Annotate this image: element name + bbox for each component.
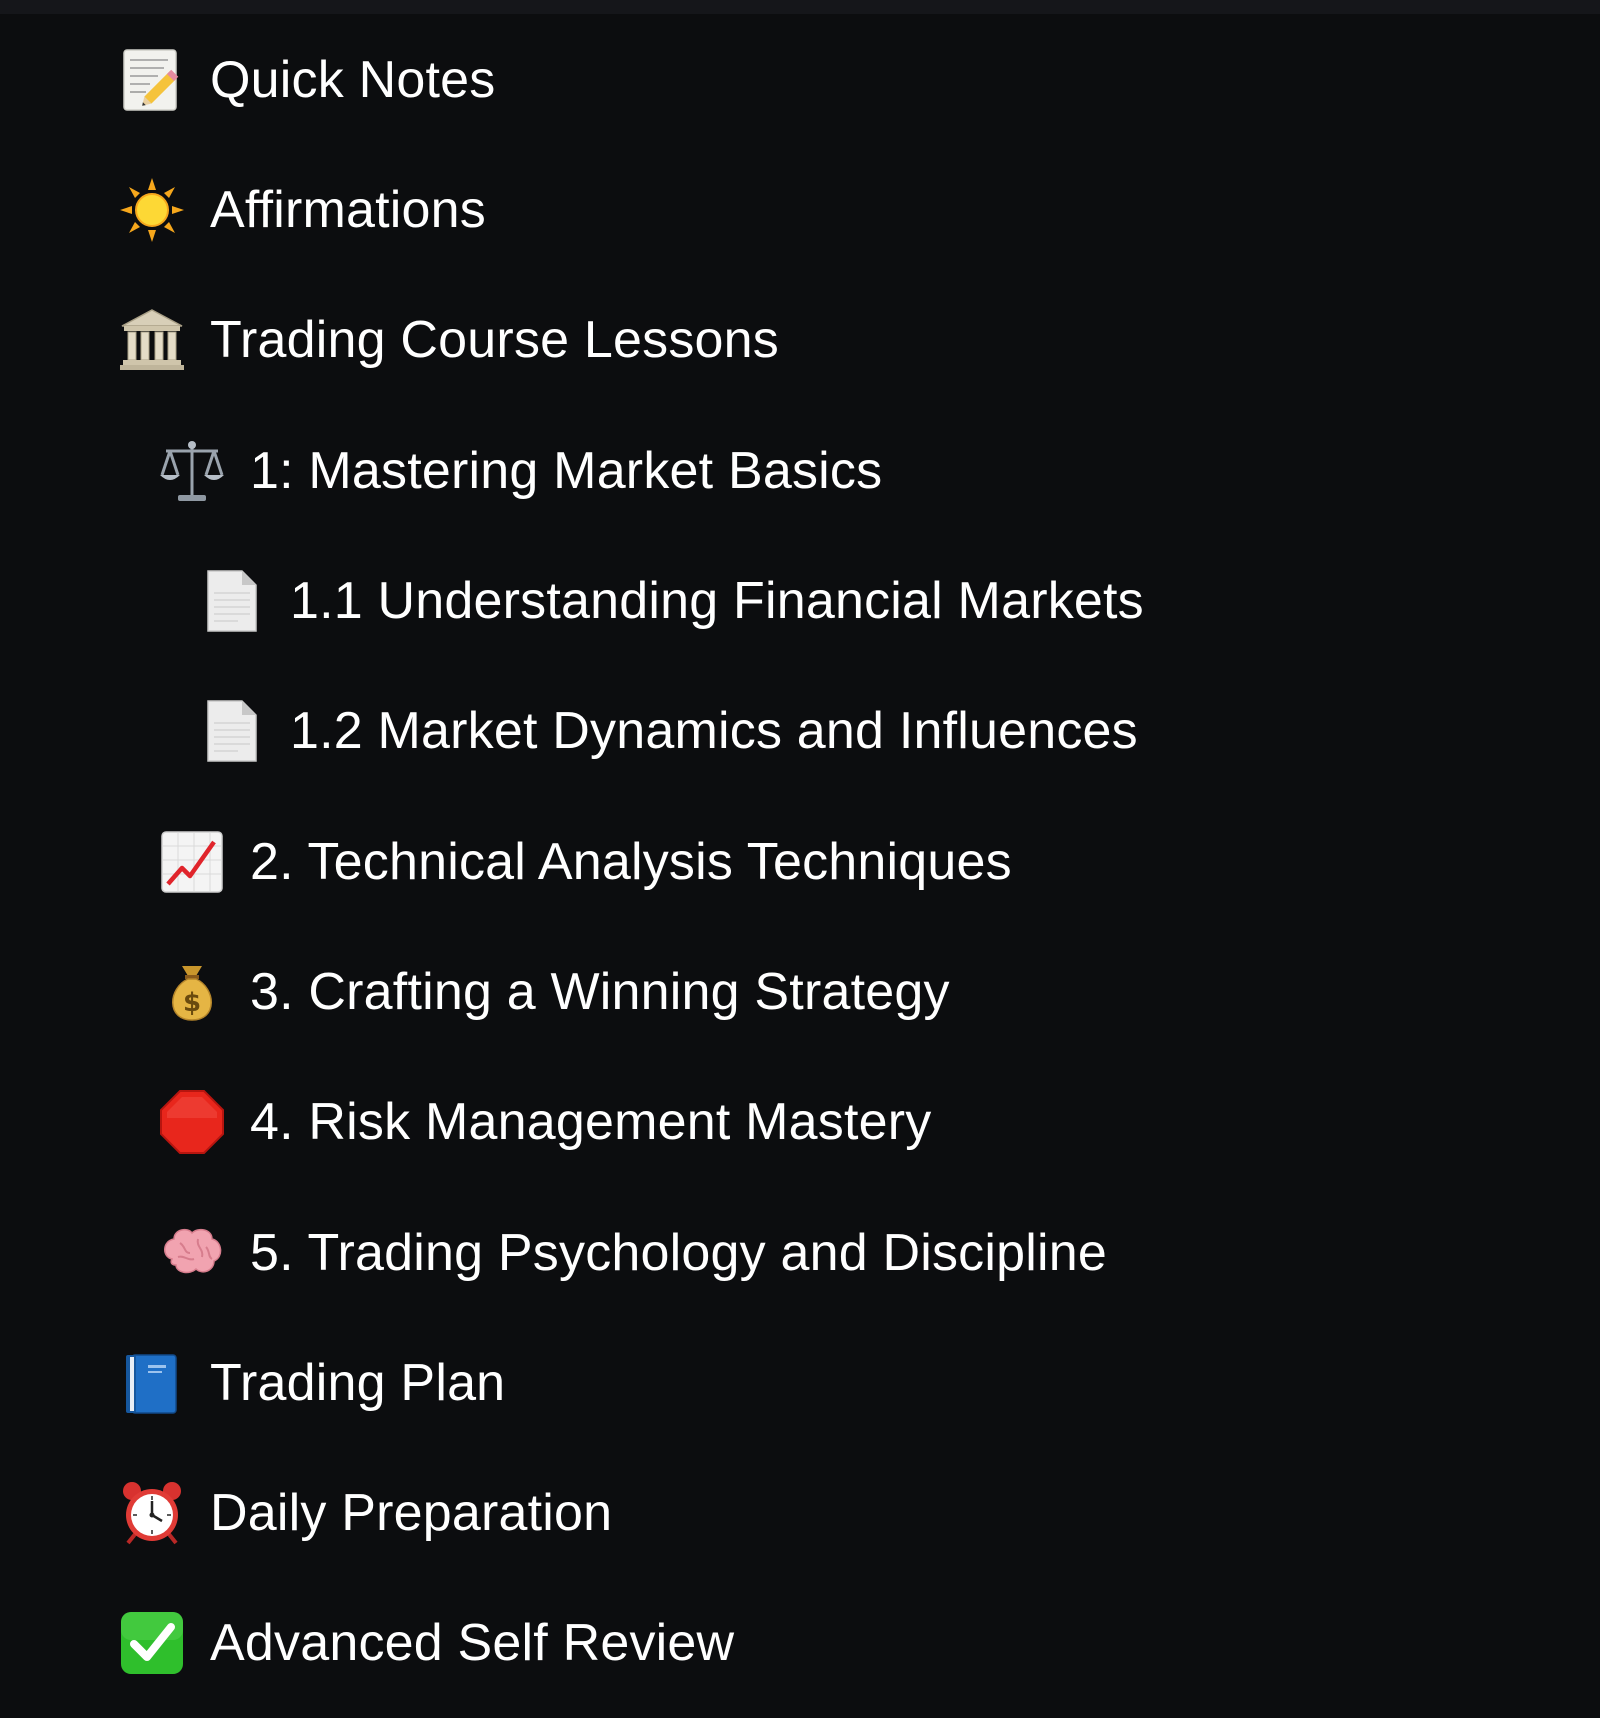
- nav-item-label: 3. Crafting a Winning Strategy: [250, 963, 950, 1021]
- nav-item-label: 1.1 Understanding Financial Markets: [290, 572, 1144, 630]
- nav-item-label: 4. Risk Management Mastery: [250, 1093, 932, 1151]
- nav-item-risk-management-mastery[interactable]: 4. Risk Management Mastery: [158, 1072, 931, 1172]
- nav-item-label: Affirmations: [210, 181, 486, 239]
- nav-item-advanced-self-review[interactable]: Advanced Self Review: [118, 1593, 734, 1693]
- brain-icon: [158, 1219, 226, 1287]
- nav-item-label: Trading Course Lessons: [210, 311, 779, 369]
- nav-item-label: Quick Notes: [210, 51, 496, 109]
- nav-item-quick-notes[interactable]: Quick Notes: [118, 30, 495, 130]
- sun-icon: [118, 176, 186, 244]
- nav-item-label: 1.2 Market Dynamics and Influences: [290, 702, 1138, 760]
- memo-icon: [118, 46, 186, 114]
- classical-building-icon: [118, 306, 186, 374]
- nav-item-mastering-market-basics[interactable]: 1: Mastering Market Basics: [158, 421, 882, 521]
- blue-book-icon: [118, 1349, 186, 1417]
- nav-item-daily-preparation[interactable]: Daily Preparation: [118, 1463, 612, 1563]
- nav-item-affirmations[interactable]: Affirmations: [118, 160, 486, 260]
- page-icon: [198, 697, 266, 765]
- svg-text:$: $: [183, 988, 201, 1018]
- page-tree: Quick Notes Affirmations Trading Course …: [0, 0, 1600, 1718]
- nav-item-understanding-financial-markets[interactable]: 1.1 Understanding Financial Markets: [198, 551, 1144, 651]
- nav-item-label: 2. Technical Analysis Techniques: [250, 833, 1012, 891]
- nav-item-trading-plan[interactable]: Trading Plan: [118, 1333, 505, 1433]
- nav-item-label: Trading Plan: [210, 1354, 506, 1412]
- nav-item-market-dynamics-and-influences[interactable]: 1.2 Market Dynamics and Influences: [198, 681, 1138, 781]
- check-mark-button-icon: [118, 1609, 186, 1677]
- nav-item-label: Advanced Self Review: [210, 1614, 735, 1672]
- nav-item-label: 1: Mastering Market Basics: [250, 442, 883, 500]
- balance-scale-icon: [158, 437, 226, 505]
- nav-item-trading-course-lessons[interactable]: Trading Course Lessons: [118, 290, 779, 390]
- chart-increasing-icon: [158, 828, 226, 896]
- money-bag-icon: $: [158, 958, 226, 1026]
- nav-item-technical-analysis-techniques[interactable]: 2. Technical Analysis Techniques: [158, 812, 1012, 912]
- nav-item-trading-psychology-and-discipline[interactable]: 5. Trading Psychology and Discipline: [158, 1203, 1107, 1303]
- stop-sign-icon: [158, 1088, 226, 1156]
- alarm-clock-icon: [118, 1479, 186, 1547]
- nav-item-label: 5. Trading Psychology and Discipline: [250, 1224, 1107, 1282]
- page-icon: [198, 567, 266, 635]
- nav-item-crafting-a-winning-strategy[interactable]: $ 3. Crafting a Winning Strategy: [158, 942, 950, 1042]
- nav-item-label: Daily Preparation: [210, 1484, 613, 1542]
